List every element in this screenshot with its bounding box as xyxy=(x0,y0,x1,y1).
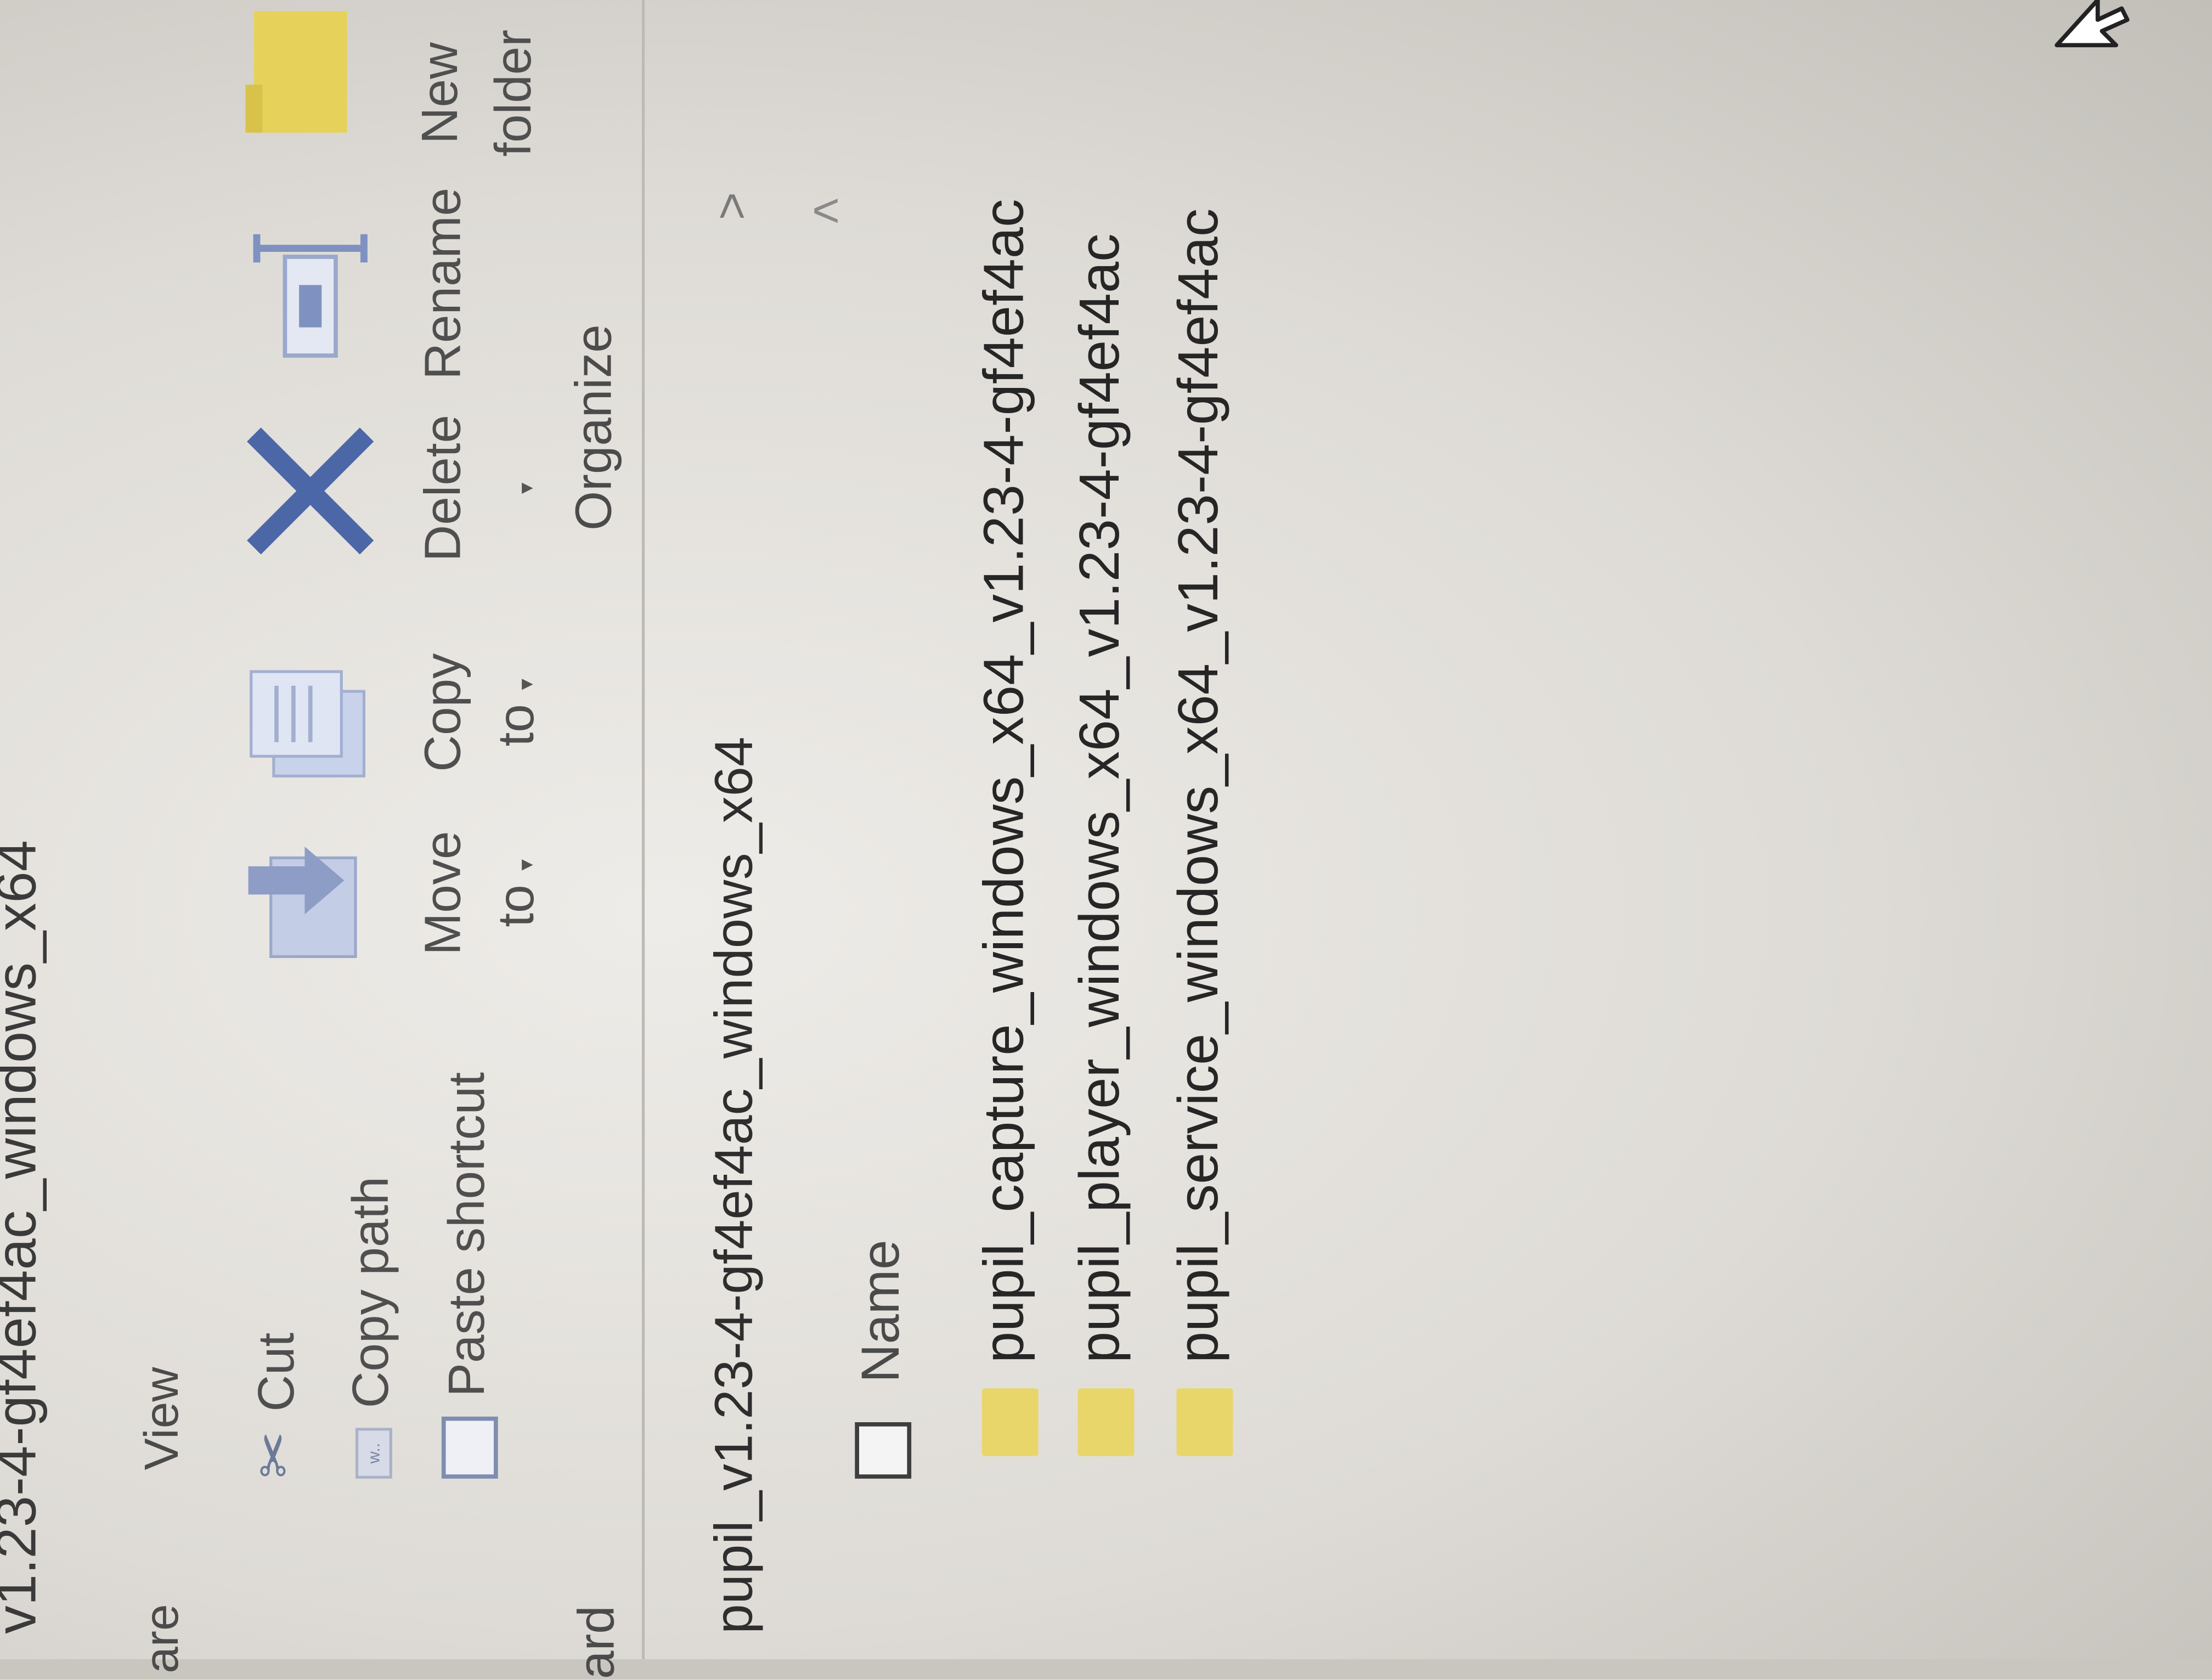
rename-button[interactable]: Rename xyxy=(407,178,480,390)
folder-icon xyxy=(981,1388,1039,1456)
delete-label: Delete xyxy=(413,414,471,562)
copy-to-button[interactable]: Copy to ▾ xyxy=(407,607,565,819)
copy-to-label-line1: Copy xyxy=(413,653,471,772)
cut-label: Cut xyxy=(246,1332,305,1412)
new-folder-button[interactable]: New folder xyxy=(403,0,550,192)
mouse-cursor-icon xyxy=(2055,0,2130,48)
clipboard-group-label: ard xyxy=(567,1605,625,1679)
paste-shortcut-label: Paste shortcut xyxy=(437,1072,495,1397)
paste-shortcut-button[interactable]: Paste shortcut xyxy=(437,1072,499,1479)
rename-label: Rename xyxy=(413,187,471,380)
tab-share[interactable]: are xyxy=(136,1604,190,1673)
copy-path-label: Copy path xyxy=(341,1176,399,1408)
chevron-down-icon: ▾ xyxy=(515,859,539,871)
sort-ascending-icon: < xyxy=(812,184,840,238)
copy-path-button[interactable]: w.. Copy path xyxy=(341,1176,400,1479)
new-folder-label-line2: folder xyxy=(483,29,542,157)
move-to-label-line1: Move xyxy=(413,831,471,955)
delete-button[interactable]: Delete ▾ xyxy=(407,390,565,587)
folder-icon xyxy=(1077,1388,1135,1456)
copy-path-icon: w.. xyxy=(356,1428,393,1479)
file-name: pupil_service_windows_x64_v1.23-4-gf4ef4… xyxy=(1168,208,1231,1364)
column-header-name[interactable]: Name xyxy=(852,1239,913,1383)
tab-view[interactable]: View xyxy=(136,1367,190,1470)
window-title: v1.23-4-gf4ef4ac_windows_x64 xyxy=(0,840,48,1634)
new-folder-icon xyxy=(245,11,347,133)
copy-to-label-line2: to xyxy=(487,704,545,747)
move-to-button[interactable]: Move to ▾ xyxy=(407,787,565,999)
chevron-down-icon: ▾ xyxy=(515,678,539,690)
file-name: pupil_capture_windows_x64_v1.23-4-gf4ef4… xyxy=(973,199,1036,1364)
folder-icon xyxy=(1176,1388,1233,1456)
paste-shortcut-icon xyxy=(442,1416,499,1479)
select-all-checkbox[interactable] xyxy=(855,1422,912,1479)
breadcrumb[interactable]: pupil_v1.23-4-gf4ef4ac_windows_x64 xyxy=(706,737,766,1634)
chevron-right-icon[interactable]: > xyxy=(706,192,760,220)
file-explorer-window: v1.23-4-gf4ef4ac_windows_x64 are View ✂ C… xyxy=(0,0,2212,1679)
copy-to-icon xyxy=(250,670,365,777)
move-to-icon xyxy=(248,846,357,959)
delete-icon xyxy=(247,427,374,555)
organize-group-label: Organize xyxy=(564,324,622,531)
new-folder-label-line1: New xyxy=(410,42,469,144)
ribbon-divider xyxy=(641,0,645,1659)
cut-button[interactable]: ✂ Cut xyxy=(242,1333,307,1479)
move-to-label-line2: to xyxy=(487,884,545,927)
chevron-down-icon: ▾ xyxy=(515,482,539,494)
rename-icon xyxy=(253,234,368,358)
scissors-icon: ✂ xyxy=(244,1431,306,1479)
file-name: pupil_player_windows_x64_v1.23-4-gf4ef4a… xyxy=(1069,233,1132,1364)
